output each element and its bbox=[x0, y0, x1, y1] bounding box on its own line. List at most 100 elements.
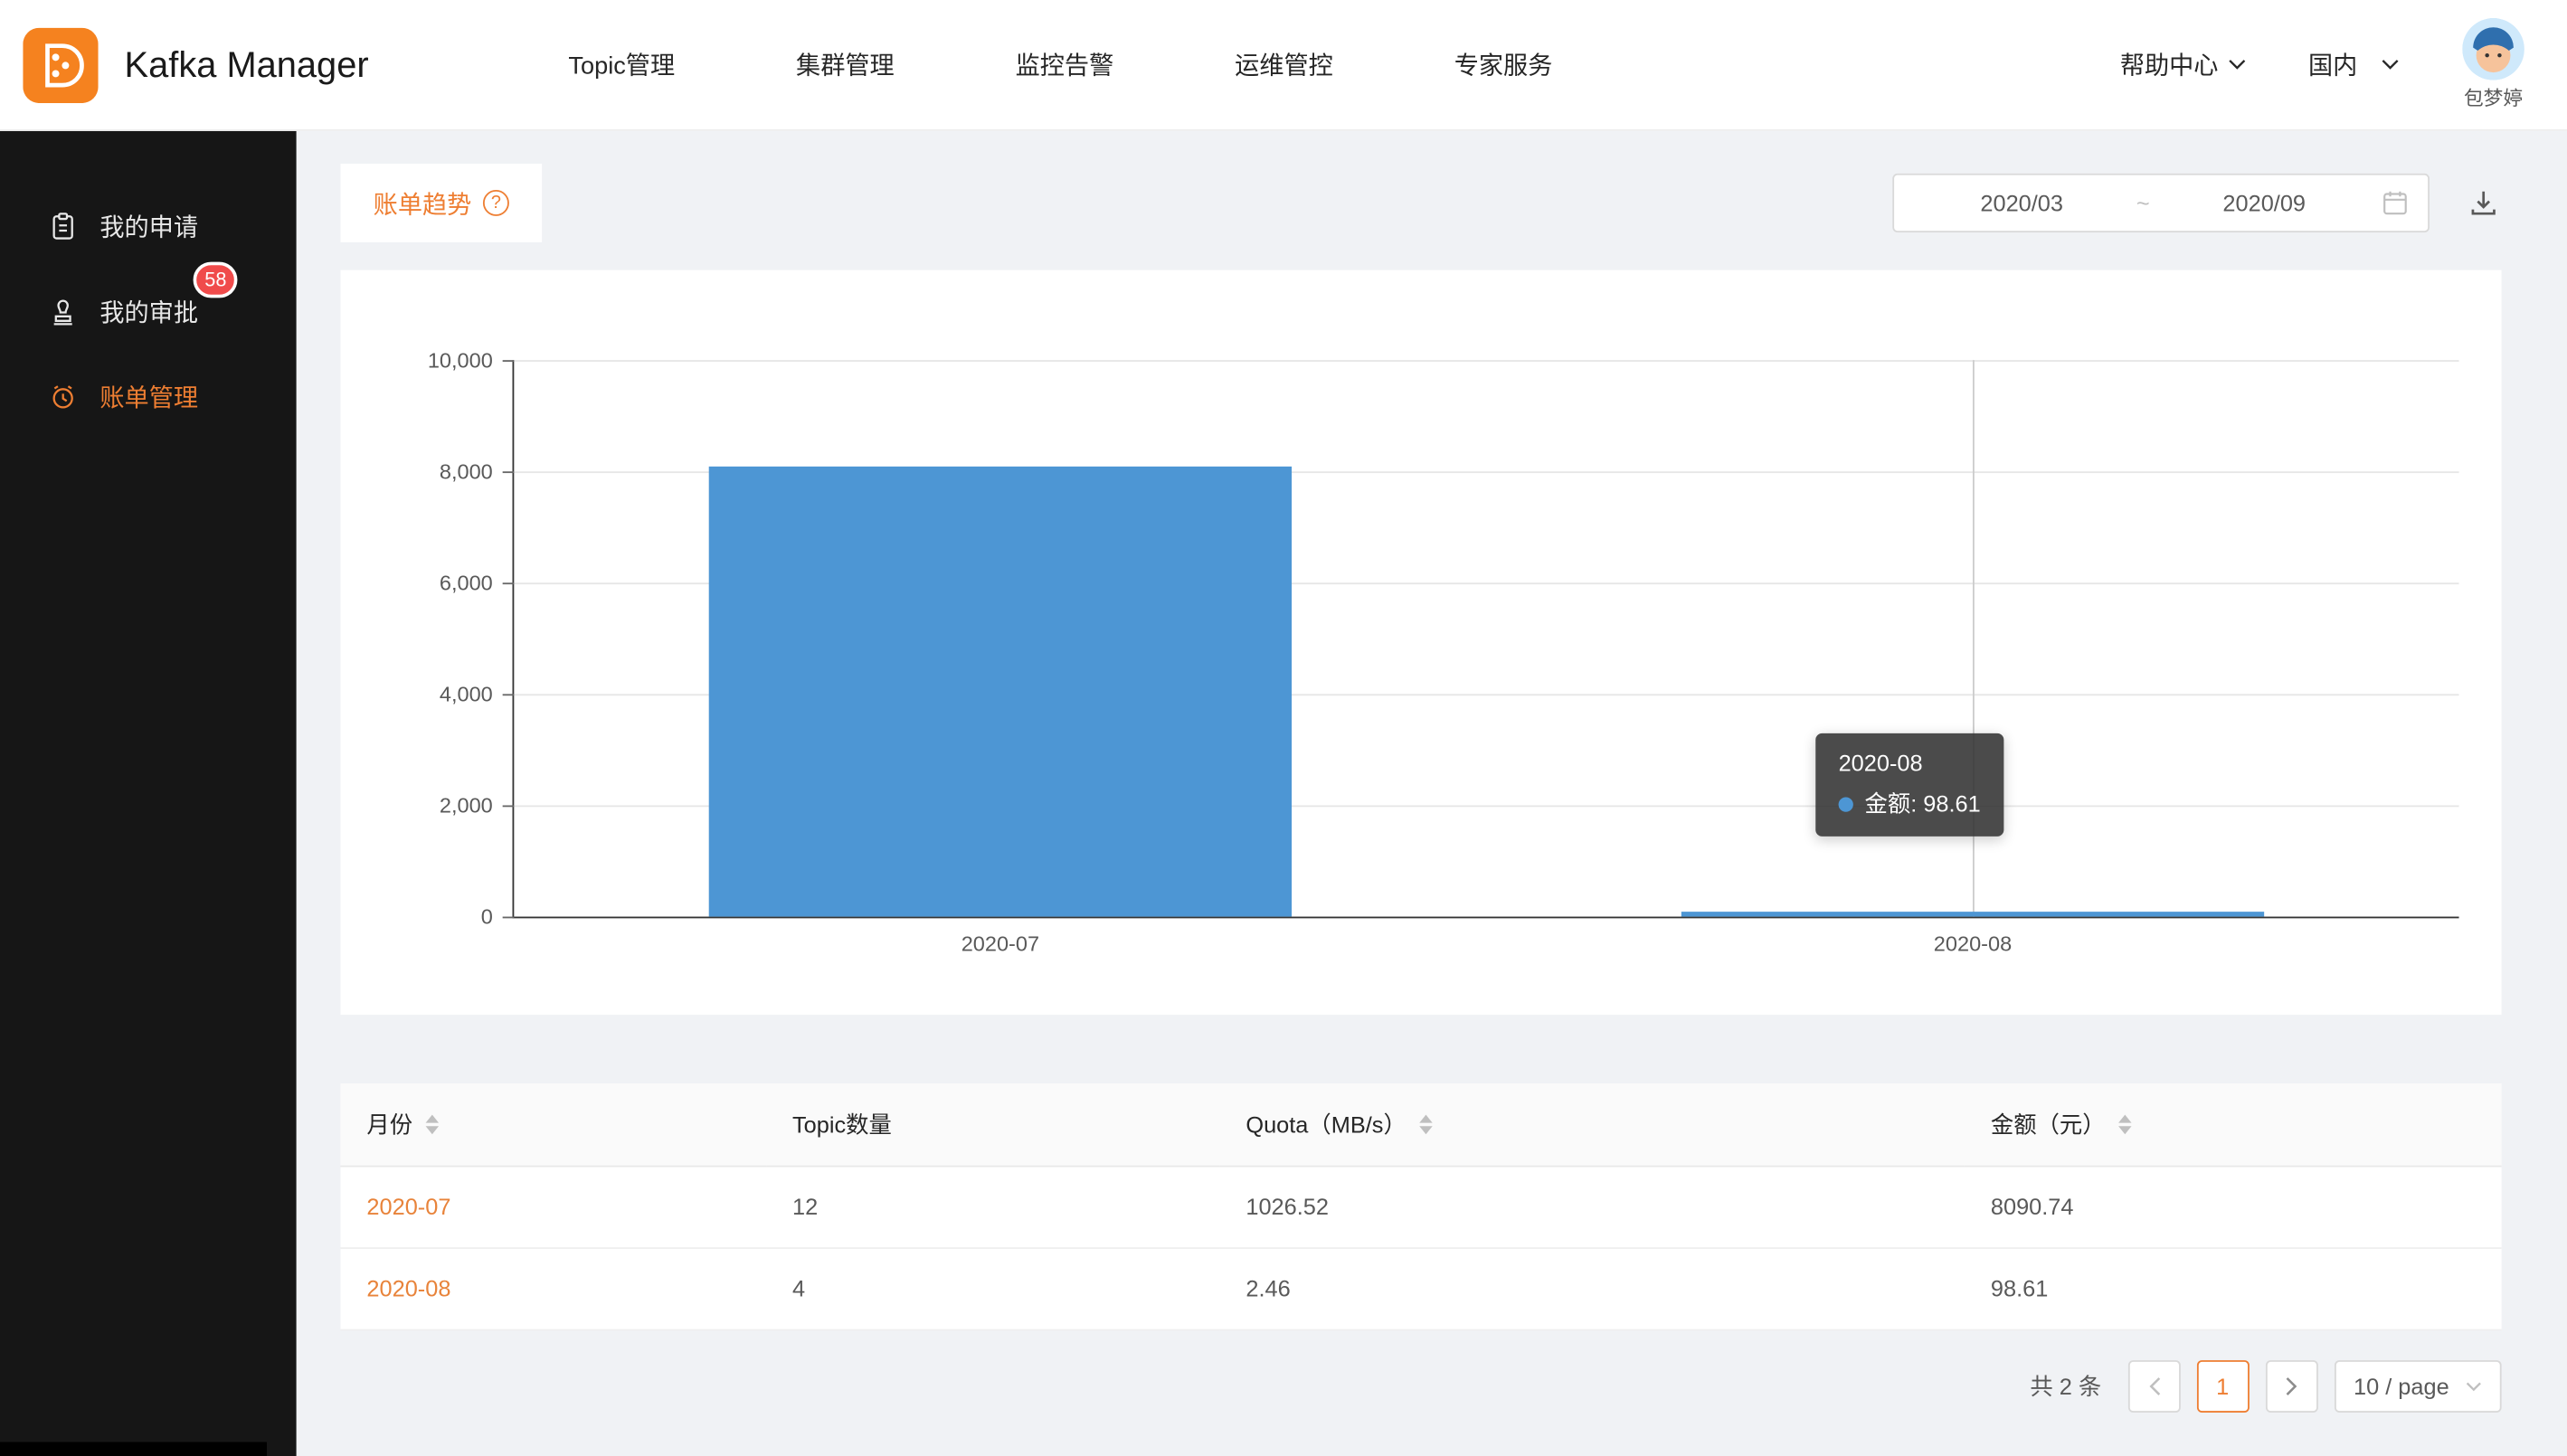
bar-2020-07[interactable] bbox=[708, 467, 1292, 917]
chevron-down-icon bbox=[2381, 59, 2401, 71]
date-start-value[interactable]: 2020/03 bbox=[1914, 190, 2130, 216]
screen: Kafka Manager Topic管理 集群管理 监控告警 运维管控 专家服… bbox=[0, 0, 2567, 1456]
bar-2020-08[interactable] bbox=[1681, 912, 2264, 917]
x-tick-label: 2020-08 bbox=[1934, 931, 2012, 956]
download-button[interactable] bbox=[2466, 185, 2502, 222]
approval-stamp-icon bbox=[46, 295, 79, 327]
next-page-button[interactable] bbox=[2265, 1359, 2317, 1412]
bill-alarm-icon bbox=[46, 380, 79, 412]
header-right: 帮助中心 国内 包梦婷 bbox=[2120, 18, 2524, 111]
page-1-button[interactable]: 1 bbox=[2196, 1359, 2249, 1412]
calendar-icon bbox=[2382, 190, 2408, 216]
app: Kafka Manager Topic管理 集群管理 监控告警 运维管控 专家服… bbox=[0, 0, 2567, 1456]
bill-table: 月份 Topic数量 Quota（MB/s） bbox=[340, 1083, 2501, 1329]
y-tick-label: 4,000 bbox=[440, 682, 493, 706]
region-menu[interactable]: 国内 bbox=[2308, 47, 2400, 81]
chart-tooltip: 2020-08 金额: 98.61 bbox=[1815, 733, 2003, 837]
sidebar-collapse-bar[interactable] bbox=[0, 1442, 267, 1456]
main-nav: Topic管理 集群管理 监控告警 运维管控 专家服务 bbox=[568, 47, 1552, 81]
sort-icon-quota[interactable] bbox=[1419, 1114, 1432, 1134]
app-header: Kafka Manager Topic管理 集群管理 监控告警 运维管控 专家服… bbox=[0, 0, 2567, 131]
main-content: 账单趋势 ? 2020/03 ~ 2020/09 bbox=[297, 131, 2567, 1456]
user-menu[interactable]: 包梦婷 bbox=[2462, 18, 2524, 111]
tab-label: 账单趋势 bbox=[374, 185, 472, 220]
app-logo-icon bbox=[23, 27, 98, 102]
region-label: 国内 bbox=[2308, 47, 2357, 81]
y-axis-tick bbox=[503, 360, 515, 362]
sidebar-item-label: 我的审批 bbox=[99, 294, 198, 328]
tooltip-series-dot bbox=[1839, 797, 1853, 811]
tooltip-row: 金额: 98.61 bbox=[1839, 788, 1981, 820]
column-amount: 金额（元） bbox=[1965, 1083, 2502, 1165]
chevron-down-icon bbox=[2228, 59, 2246, 71]
sidebar-item-my-approvals[interactable]: 我的审批 58 bbox=[0, 269, 297, 354]
prev-page-button[interactable] bbox=[2127, 1359, 2180, 1412]
sidebar-item-label: 账单管理 bbox=[99, 379, 198, 413]
y-axis-tick bbox=[503, 694, 515, 695]
column-month: 月份 bbox=[340, 1083, 766, 1165]
chevron-right-icon bbox=[2285, 1376, 2297, 1395]
x-tick-label: 2020-07 bbox=[961, 931, 1039, 956]
clipboard-icon bbox=[46, 210, 79, 242]
total-count: 共 2 条 bbox=[2030, 1369, 2101, 1402]
month-link[interactable]: 2020-08 bbox=[366, 1275, 450, 1301]
y-axis-tick bbox=[503, 582, 515, 584]
column-label: Topic数量 bbox=[792, 1108, 892, 1140]
cell-amount: 8090.74 bbox=[1965, 1166, 2502, 1247]
download-icon bbox=[2468, 188, 2498, 218]
y-axis-tick bbox=[503, 471, 515, 473]
help-question-icon[interactable]: ? bbox=[483, 190, 509, 216]
date-separator: ~ bbox=[2130, 190, 2156, 216]
cell-quota: 1026.52 bbox=[1219, 1166, 1965, 1247]
y-axis-tick bbox=[503, 805, 515, 807]
y-tick-label: 2,000 bbox=[440, 793, 493, 818]
column-label: Quota（MB/s） bbox=[1246, 1108, 1406, 1140]
bill-table-grid: 月份 Topic数量 Quota（MB/s） bbox=[340, 1083, 2501, 1329]
cell-topic-count: 12 bbox=[766, 1166, 1219, 1247]
nav-expert-service[interactable]: 专家服务 bbox=[1454, 47, 1553, 81]
avatar bbox=[2462, 18, 2524, 80]
nav-monitor-alert[interactable]: 监控告警 bbox=[1016, 47, 1114, 81]
column-quota: Quota（MB/s） bbox=[1219, 1083, 1965, 1165]
sort-icon-month[interactable] bbox=[426, 1114, 439, 1134]
sidebar-item-bill-management[interactable]: 账单管理 bbox=[0, 354, 297, 439]
bill-trend-chart: 10,000 8,000 6,000 4,000 2,000 0 2020-07… bbox=[340, 270, 2501, 1016]
nav-topic-management[interactable]: Topic管理 bbox=[568, 47, 675, 81]
date-end-value[interactable]: 2020/09 bbox=[2156, 190, 2373, 216]
table-row: 2020-07 12 1026.52 8090.74 bbox=[340, 1166, 2501, 1247]
y-tick-label: 8,000 bbox=[440, 459, 493, 484]
nav-cluster-management[interactable]: 集群管理 bbox=[796, 47, 895, 81]
sort-icon-amount[interactable] bbox=[2118, 1114, 2131, 1134]
y-axis-tick bbox=[503, 917, 515, 919]
y-tick-label: 0 bbox=[481, 904, 493, 929]
help-center-menu[interactable]: 帮助中心 bbox=[2120, 47, 2246, 81]
y-tick-label: 10,000 bbox=[428, 348, 493, 373]
help-center-label: 帮助中心 bbox=[2120, 47, 2219, 81]
month-link[interactable]: 2020-07 bbox=[366, 1193, 450, 1219]
table-row: 2020-08 4 2.46 98.61 bbox=[340, 1247, 2501, 1328]
date-range-picker[interactable]: 2020/03 ~ 2020/09 bbox=[1892, 174, 2430, 232]
chevron-left-icon bbox=[2147, 1376, 2160, 1395]
sidebar: 我的申请 我的审批 58 账单管理 bbox=[0, 131, 297, 1456]
chart-plot-area: 10,000 8,000 6,000 4,000 2,000 0 2020-07… bbox=[513, 360, 2459, 918]
gridline bbox=[514, 360, 2458, 362]
toolbar: 账单趋势 ? 2020/03 ~ 2020/09 bbox=[340, 164, 2501, 242]
page-size-select[interactable]: 10 / page bbox=[2334, 1359, 2501, 1412]
pagination: 共 2 条 1 10 / page bbox=[340, 1359, 2501, 1412]
app-title: Kafka Manager bbox=[125, 43, 369, 86]
page-size-value: 10 / page bbox=[2354, 1373, 2449, 1399]
cell-topic-count: 4 bbox=[766, 1247, 1219, 1328]
column-topic-count: Topic数量 bbox=[766, 1083, 1219, 1165]
y-tick-label: 6,000 bbox=[440, 571, 493, 595]
column-label: 月份 bbox=[366, 1108, 412, 1140]
column-label: 金额（元） bbox=[1991, 1108, 2106, 1140]
approval-count-badge: 58 bbox=[194, 262, 239, 298]
chevron-down-icon bbox=[2466, 1381, 2482, 1391]
table-header-row: 月份 Topic数量 Quota（MB/s） bbox=[340, 1083, 2501, 1165]
sidebar-item-my-applications[interactable]: 我的申请 bbox=[0, 184, 297, 269]
nav-ops-control[interactable]: 运维管控 bbox=[1235, 47, 1333, 81]
tab-bill-trend[interactable]: 账单趋势 ? bbox=[340, 164, 542, 242]
username: 包梦婷 bbox=[2464, 83, 2523, 111]
sidebar-item-label: 我的申请 bbox=[99, 209, 198, 243]
tooltip-title: 2020-08 bbox=[1839, 750, 1981, 776]
